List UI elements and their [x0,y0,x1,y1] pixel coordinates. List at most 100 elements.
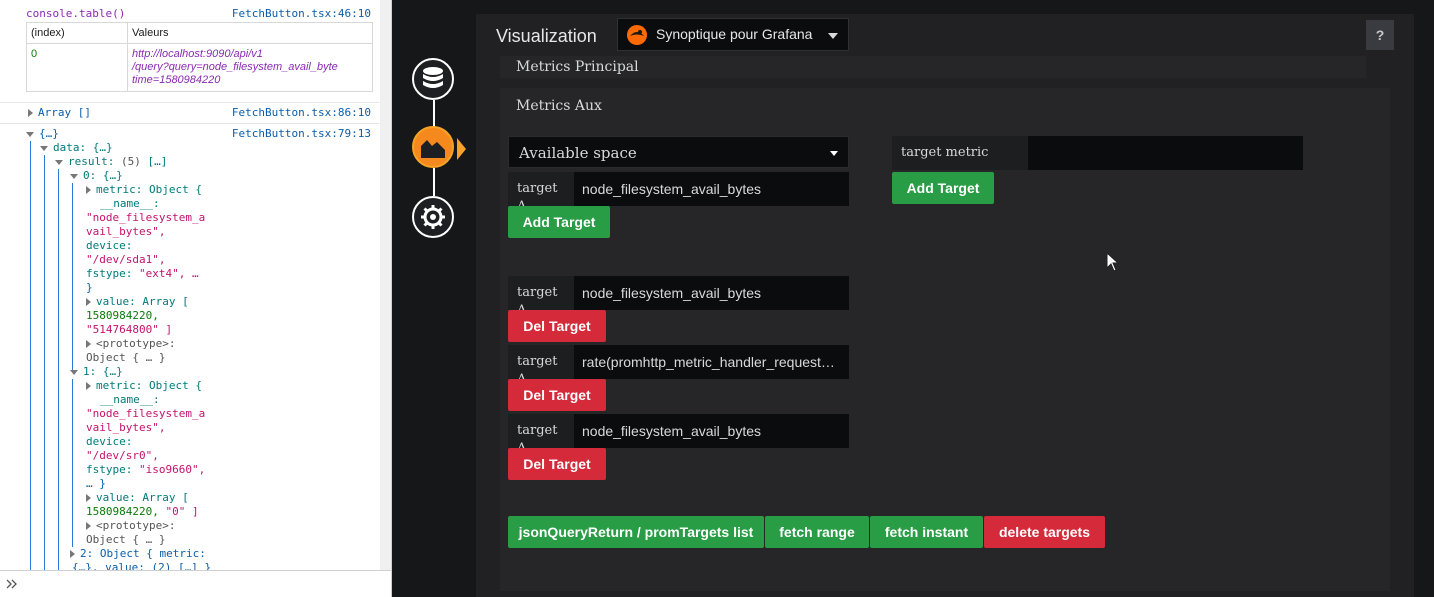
tree-metric[interactable]: metric: Object { [86,183,379,197]
tree-value: 1580984220, [86,505,159,518]
new-target-input[interactable]: node_filesystem_avail_bytes [574,172,849,206]
tree-value: "node_filesystem_a [86,211,206,224]
target-input-1[interactable]: node_filesystem_avail_bytes [574,276,849,310]
step-connector [433,100,435,128]
divider [0,102,379,103]
table-header-index: (index) [26,22,128,44]
tree-line: fstype: "iso9660", [86,463,379,477]
visualization-picker[interactable]: Synoptique pour Grafana [617,18,849,51]
table-cell-value[interactable]: http://localhost:9090/api/v1 /query?quer… [127,43,373,92]
collapse-icon[interactable] [70,173,78,179]
devtools-console: console.table() FetchButton.tsx:46:10 (i… [0,0,392,597]
collapse-icon[interactable] [70,369,78,375]
plugin-name: Synoptique pour Grafana [656,26,813,42]
source-link[interactable]: FetchButton.tsx:86:10 [232,106,371,119]
expand-icon[interactable] [86,522,91,530]
del-target-button[interactable]: Del Target [508,310,606,342]
visualization-label: Visualization [496,26,597,46]
target-label-text: target [517,181,558,196]
object-text: {…} [39,127,59,140]
target-metric-label: target metric [892,136,1028,170]
tree-line: fstype: "ext4", … [86,267,379,281]
collapse-icon[interactable] [26,131,34,137]
tree-key: metric: Object { [96,183,202,196]
console-scrollbar[interactable] [380,0,391,570]
array-text: Array [] [38,106,91,119]
target-input-2[interactable]: rate(promhttp_metric_handler_requests_to… [574,345,849,379]
delete-targets-button[interactable]: delete targets [984,516,1105,548]
tree-key: result: [68,155,121,168]
target-label: targetA [508,414,574,456]
tree-value: "iso9660", [138,463,206,476]
tree-key: 2: Object { metric: [80,547,206,560]
table-cell-index: 0 [26,43,128,92]
expand-icon[interactable] [86,494,91,502]
tree-value-array[interactable]: value: Array [ [86,295,379,309]
tree-key: value: Array [ [96,491,189,504]
value-line: http://localhost:9090/api/v1 [132,48,263,60]
console-input[interactable] [0,570,391,597]
add-target-button[interactable]: Add Target [892,172,994,204]
tree-brace: … } [86,477,106,490]
tree-value: vail_bytes", [86,225,166,238]
tree-data[interactable]: data: {…} [40,141,379,155]
metric-select-value: Available space [519,144,637,162]
del-target-button[interactable]: Del Target [508,379,606,411]
fetch-instant-button[interactable]: fetch instant [870,516,983,548]
tree-value: "ext4", … [138,267,199,280]
step-queries[interactable] [412,58,454,100]
section-metrics-aux[interactable]: Metrics Aux [500,94,1366,118]
tree-value: vail_bytes", [86,421,166,434]
collapse-icon[interactable] [40,145,48,151]
source-link[interactable]: FetchButton.tsx:46:10 [232,7,371,20]
expand-icon[interactable] [86,298,91,306]
collapse-icon[interactable] [55,159,63,165]
tree-bracket: […] [147,155,168,168]
tree-key: value: Array [ [96,295,189,308]
tree-result[interactable]: result: (5) […] [55,155,379,169]
section-metrics-principal[interactable]: Metrics Principal [500,56,1366,78]
expand-icon[interactable] [28,109,33,117]
step-visualization[interactable] [412,126,454,168]
json-query-return-button[interactable]: jsonQueryReturn / promTargets list [508,516,764,548]
tree-item-1[interactable]: 1: {…} [70,365,379,379]
target-label-text: target [517,354,558,369]
target-label: targetA [508,172,574,214]
tree-brace: } [86,281,93,294]
chevron-right-icon [6,579,17,589]
value-line: /query?query=node_filesystem_avail_byte [132,61,338,73]
tree-value-array[interactable]: value: Array [ [86,491,379,505]
help-button[interactable]: ? [1366,20,1394,50]
tree-item-2[interactable]: 2: Object { metric: [70,547,379,561]
caret-down-icon [830,151,838,156]
gear-icon [421,205,445,229]
tree-guide [44,155,45,570]
tree-item-0[interactable]: 0: {…} [70,169,379,183]
tree-key: <prototype>: [96,519,176,532]
target-label-text: target [517,285,558,300]
mouse-cursor-icon [1106,252,1120,272]
expand-icon[interactable] [86,340,91,348]
tree-key: device: [86,239,133,252]
metric-select[interactable]: Available space [508,136,849,168]
fetch-range-button[interactable]: fetch range [765,516,869,548]
plugin-logo-icon [627,25,647,45]
expand-icon[interactable] [70,550,75,558]
tree-prototype[interactable]: <prototype>: [86,519,379,533]
tree-guide [58,169,59,570]
target-input-3[interactable]: node_filesystem_avail_bytes [574,414,849,448]
editor-panel: Visualization Synoptique pour Grafana ? … [476,14,1414,597]
target-metric-input[interactable] [1028,136,1303,170]
tree-key: 1: {…} [83,365,123,378]
del-target-button[interactable]: Del Target [508,448,606,480]
tree-prototype[interactable]: <prototype>: [86,337,379,351]
expand-icon[interactable] [86,186,91,194]
source-link[interactable]: FetchButton.tsx:79:13 [232,127,371,140]
expand-icon[interactable] [86,382,91,390]
tree-key: __name__: [100,393,160,406]
add-target-button[interactable]: Add Target [508,206,610,238]
tree-metric[interactable]: metric: Object { [86,379,379,393]
tree-guide [30,141,31,571]
tree-value: 1580984220, [86,309,159,322]
step-general[interactable] [412,196,454,238]
